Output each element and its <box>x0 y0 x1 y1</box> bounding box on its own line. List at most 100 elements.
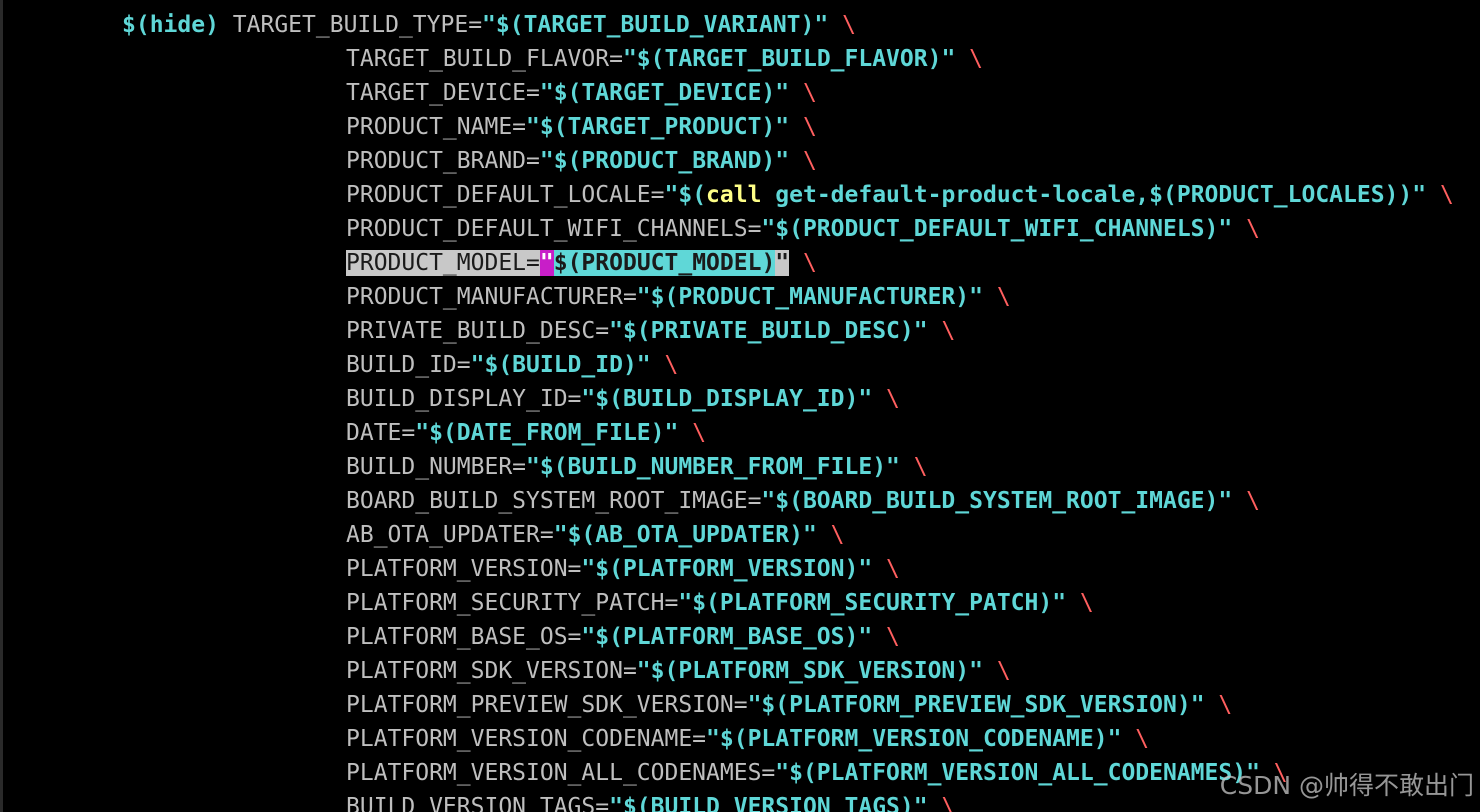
code-line: PLATFORM_SECURITY_PATCH="$(PLATFORM_SECU… <box>0 586 1454 620</box>
variable-name: PLATFORM_BASE_OS= <box>346 624 582 650</box>
variable-name: PLATFORM_VERSION_ALL_CODENAMES= <box>346 760 776 786</box>
line-continuation: \ <box>1066 590 1094 616</box>
variable-name: PLATFORM_PREVIEW_SDK_VERSION= <box>346 692 748 718</box>
variable-name: BUILD_NUMBER= <box>346 454 527 480</box>
code-line: PRODUCT_DEFAULT_LOCALE="$(call get-defau… <box>0 178 1454 212</box>
line-continuation: \ <box>789 114 817 140</box>
line-continuation: \ <box>982 658 1011 684</box>
variable-name: BUILD_DISPLAY_ID= <box>346 386 582 412</box>
variable-value: "$(PLATFORM_SDK_VERSION)" <box>636 658 983 684</box>
line-continuation: \ <box>816 522 845 548</box>
assignment-list: TARGET_BUILD_FLAVOR="$(TARGET_BUILD_FLAV… <box>0 42 1454 812</box>
variable-value: "$(TARGET_BUILD_VARIANT)" <box>482 12 829 38</box>
line-continuation: \ <box>872 556 900 582</box>
variable-name: PLATFORM_SECURITY_PATCH= <box>346 590 679 616</box>
variable-name: TARGET_DEVICE= <box>346 80 540 106</box>
code-line: TARGET_DEVICE="$(TARGET_DEVICE)" \ <box>0 76 1454 110</box>
variable-value: "$(PRODUCT_BRAND)" <box>539 148 790 174</box>
code-line-target-build-type: $(hide) TARGET_BUILD_TYPE="$(TARGET_BUIL… <box>0 8 1454 42</box>
variable-value: "$( <box>664 182 707 208</box>
variable-value: "$(BUILD_ID)" <box>470 352 651 378</box>
variable-value: "$(TARGET_DEVICE)" <box>539 80 790 106</box>
variable-value: "$(BUILD_NUMBER_FROM_FILE)" <box>526 454 900 480</box>
line-continuation: \ <box>982 284 1011 310</box>
variable-name: PRODUCT_DEFAULT_WIFI_CHANNELS= <box>346 216 762 242</box>
variable-value: "$(PLATFORM_BASE_OS)" <box>581 624 873 650</box>
variable-value: "$(PLATFORM_PREVIEW_SDK_VERSION)" <box>747 692 1205 718</box>
code-line: AB_OTA_UPDATER="$(AB_OTA_UPDATER)" \ <box>0 518 1454 552</box>
line-continuation: \ <box>828 12 856 38</box>
variable-value: "$(DATE_FROM_FILE)" <box>415 420 679 446</box>
variable-name: TARGET_BUILD_FLAVOR= <box>346 46 623 72</box>
code-line: TARGET_BUILD_FLAVOR="$(TARGET_BUILD_FLAV… <box>0 42 1454 76</box>
code-line: PLATFORM_VERSION_CODENAME="$(PLATFORM_VE… <box>0 722 1454 756</box>
code-line: PRODUCT_DEFAULT_WIFI_CHANNELS="$(PRODUCT… <box>0 212 1454 246</box>
variable-name: PLATFORM_VERSION_CODENAME= <box>346 726 707 752</box>
variable-name: TARGET_BUILD_TYPE= <box>232 12 483 38</box>
variable-value: "$(BOARD_BUILD_SYSTEM_ROOT_IMAGE)" <box>761 488 1233 514</box>
variable-name: BUILD_VERSION_TAGS= <box>346 794 610 812</box>
line-continuation: \ <box>927 318 956 344</box>
line-continuation: \ <box>927 794 956 812</box>
line-continuation: \ <box>1204 692 1233 718</box>
line-continuation: \ <box>789 148 817 174</box>
code-line: DATE="$(DATE_FROM_FILE)" \ <box>0 416 1454 450</box>
variable-value: "$(PLATFORM_VERSION_CODENAME)" <box>706 726 1122 752</box>
line-continuation: \ <box>1426 182 1454 208</box>
variable-name: DATE= <box>346 420 416 446</box>
selection-cursor: " <box>539 250 554 276</box>
code-line: PRODUCT_NAME="$(TARGET_PRODUCT)" \ <box>0 110 1454 144</box>
code-line: BUILD_DISPLAY_ID="$(BUILD_DISPLAY_ID)" \ <box>0 382 1454 416</box>
line-continuation: \ <box>872 386 900 412</box>
line-continuation: \ <box>872 624 900 650</box>
code-line: BUILD_NUMBER="$(BUILD_NUMBER_FROM_FILE)"… <box>0 450 1454 484</box>
variable-name: PLATFORM_SDK_VERSION= <box>346 658 637 684</box>
code-line: PLATFORM_PREVIEW_SDK_VERSION="$(PLATFORM… <box>0 688 1454 722</box>
variable-name: BOARD_BUILD_SYSTEM_ROOT_IMAGE= <box>346 488 762 514</box>
variable-value: "$(AB_OTA_UPDATER)" <box>553 522 817 548</box>
code-line: PRODUCT_MANUFACTURER="$(PRODUCT_MANUFACT… <box>0 280 1454 314</box>
code-line: PRODUCT_MODEL="$(PRODUCT_MODEL)" \ <box>0 246 1454 280</box>
line-continuation: \ <box>1232 488 1260 514</box>
line-continuation: \ <box>789 250 817 276</box>
selected-variable-name: PRODUCT_MODEL= <box>346 250 540 276</box>
line-continuation: \ <box>650 352 679 378</box>
line-continuation: \ <box>899 454 928 480</box>
selected-variable-value: $(PRODUCT_MODEL) <box>553 250 776 276</box>
variable-name: AB_OTA_UPDATER= <box>346 522 554 548</box>
code-line: PLATFORM_BASE_OS="$(PLATFORM_BASE_OS)" \ <box>0 620 1454 654</box>
variable-value: "$(PRIVATE_BUILD_DESC)" <box>609 318 928 344</box>
variable-value: "$(TARGET_PRODUCT)" <box>526 114 790 140</box>
call-keyword: call <box>706 182 762 208</box>
line-continuation: \ <box>789 80 817 106</box>
variable-name: PRODUCT_MANUFACTURER= <box>346 284 637 310</box>
line-continuation: \ <box>955 46 983 72</box>
variable-name: BUILD_ID= <box>346 352 471 378</box>
code-lines: $(hide) TARGET_BUILD_TYPE="$(TARGET_BUIL… <box>0 8 1454 812</box>
terminal-editor[interactable]: $(hide) TARGET_BUILD_TYPE="$(TARGET_BUIL… <box>0 0 1480 812</box>
variable-value: "$(TARGET_BUILD_FLAVOR)" <box>622 46 956 72</box>
variable-value: "$(BUILD_DISPLAY_ID)" <box>581 386 873 412</box>
line-continuation: \ <box>678 420 707 446</box>
variable-name: PRODUCT_DEFAULT_LOCALE= <box>346 182 665 208</box>
variable-value: "$(PLATFORM_SECURITY_PATCH)" <box>678 590 1067 616</box>
variable-name: PRIVATE_BUILD_DESC= <box>346 318 610 344</box>
variable-value: "$(PRODUCT_MANUFACTURER)" <box>636 284 983 310</box>
code-line: PRIVATE_BUILD_DESC="$(PRIVATE_BUILD_DESC… <box>0 314 1454 348</box>
code-line: PLATFORM_SDK_VERSION="$(PLATFORM_SDK_VER… <box>0 654 1454 688</box>
variable-name: PLATFORM_VERSION= <box>346 556 582 582</box>
variable-value: "$(PLATFORM_VERSION_ALL_CODENAMES)" <box>775 760 1260 786</box>
variable-name: PRODUCT_BRAND= <box>346 148 540 174</box>
code-line: PLATFORM_VERSION="$(PLATFORM_VERSION)" \ <box>0 552 1454 586</box>
selected-quote: " <box>775 250 790 276</box>
variable-value: "$(PLATFORM_VERSION)" <box>581 556 873 582</box>
line-continuation: \ <box>1232 216 1260 242</box>
code-line: PRODUCT_BRAND="$(PRODUCT_BRAND)" \ <box>0 144 1454 178</box>
variable-value: get-default-product-locale,$(PRODUCT_LOC… <box>761 182 1427 208</box>
code-line: BUILD_ID="$(BUILD_ID)" \ <box>0 348 1454 382</box>
variable-value: "$(BUILD_VERSION_TAGS)" <box>609 794 928 812</box>
hide-macro: $(hide) <box>122 12 219 38</box>
variable-name: PRODUCT_NAME= <box>346 114 527 140</box>
line-continuation: \ <box>1121 726 1150 752</box>
variable-value: "$(PRODUCT_DEFAULT_WIFI_CHANNELS)" <box>761 216 1233 242</box>
